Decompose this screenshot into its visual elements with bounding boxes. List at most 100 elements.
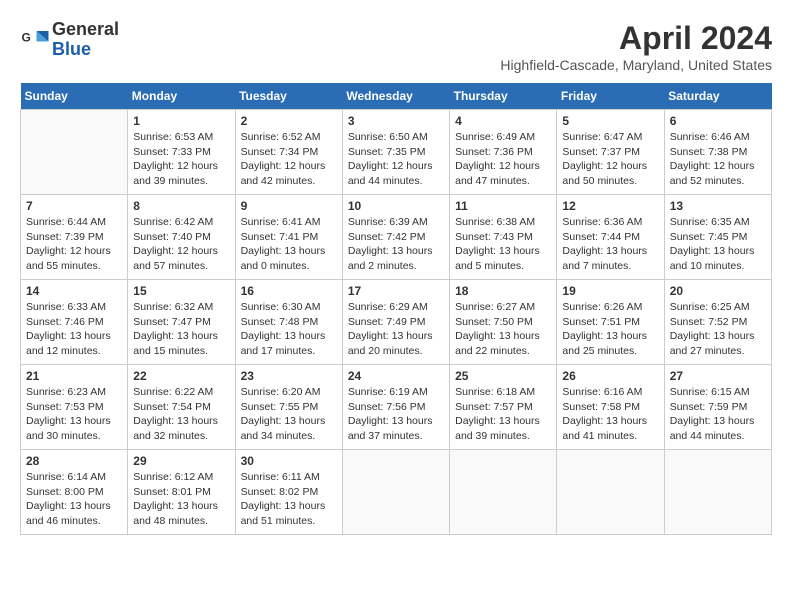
calendar-cell: 7 Sunrise: 6:44 AMSunset: 7:39 PMDaylight…: [21, 195, 128, 280]
day-number: 23: [241, 369, 337, 383]
day-header-friday: Friday: [557, 83, 664, 110]
day-number: 7: [26, 199, 122, 213]
day-info: Sunrise: 6:33 AMSunset: 7:46 PMDaylight:…: [26, 300, 122, 359]
day-info: Sunrise: 6:46 AMSunset: 7:38 PMDaylight:…: [670, 130, 766, 189]
calendar-cell: 26Sunrise: 6:16 AMSunset: 7:58 PMDayligh…: [557, 365, 664, 450]
calendar-week-row: 21Sunrise: 6:23 AMSunset: 7:53 PMDayligh…: [21, 365, 772, 450]
day-info: Sunrise: 6:27 AMSunset: 7:50 PMDaylight:…: [455, 300, 551, 359]
day-info: Sunrise: 6:41 AMSunset: 7:41 PMDaylight:…: [241, 215, 337, 274]
calendar-cell: 10 Sunrise: 6:39 AMSunset: 7:42 PMDayligh…: [342, 195, 449, 280]
logo: G General Blue: [20, 20, 119, 60]
calendar-header-row: SundayMondayTuesdayWednesdayThursdayFrid…: [21, 83, 772, 110]
calendar-cell: [557, 450, 664, 535]
day-info: Sunrise: 6:19 AMSunset: 7:56 PMDaylight:…: [348, 385, 444, 444]
calendar-cell: 21Sunrise: 6:23 AMSunset: 7:53 PMDayligh…: [21, 365, 128, 450]
day-info: Sunrise: 6:20 AMSunset: 7:55 PMDaylight:…: [241, 385, 337, 444]
calendar-cell: 17 Sunrise: 6:29 AMSunset: 7:49 PMDayligh…: [342, 280, 449, 365]
day-number: 6: [670, 114, 766, 128]
calendar-cell: 14 Sunrise: 6:33 AMSunset: 7:46 PMDayligh…: [21, 280, 128, 365]
title-section: April 2024 Highfield-Cascade, Maryland, …: [500, 20, 772, 73]
day-info: Sunrise: 6:42 AMSunset: 7:40 PMDaylight:…: [133, 215, 229, 274]
day-header-saturday: Saturday: [664, 83, 771, 110]
day-info: Sunrise: 6:29 AMSunset: 7:49 PMDaylight:…: [348, 300, 444, 359]
day-info: Sunrise: 6:14 AMSunset: 8:00 PMDaylight:…: [26, 470, 122, 529]
day-number: 1: [133, 114, 229, 128]
calendar-cell: 12 Sunrise: 6:36 AMSunset: 7:44 PMDayligh…: [557, 195, 664, 280]
calendar-cell: 11 Sunrise: 6:38 AMSunset: 7:43 PMDayligh…: [450, 195, 557, 280]
day-number: 17: [348, 284, 444, 298]
calendar-cell: 28Sunrise: 6:14 AMSunset: 8:00 PMDayligh…: [21, 450, 128, 535]
calendar-week-row: 28Sunrise: 6:14 AMSunset: 8:00 PMDayligh…: [21, 450, 772, 535]
day-number: 14: [26, 284, 122, 298]
calendar-cell: 24 Sunrise: 6:19 AMSunset: 7:56 PMDayligh…: [342, 365, 449, 450]
calendar-cell: 6 Sunrise: 6:46 AMSunset: 7:38 PMDaylight…: [664, 110, 771, 195]
day-number: 30: [241, 454, 337, 468]
day-info: Sunrise: 6:47 AMSunset: 7:37 PMDaylight:…: [562, 130, 658, 189]
day-number: 27: [670, 369, 766, 383]
calendar-cell: 20Sunrise: 6:25 AMSunset: 7:52 PMDayligh…: [664, 280, 771, 365]
calendar-cell: 9 Sunrise: 6:41 AMSunset: 7:41 PMDaylight…: [235, 195, 342, 280]
day-info: Sunrise: 6:36 AMSunset: 7:44 PMDaylight:…: [562, 215, 658, 274]
day-number: 22: [133, 369, 229, 383]
day-header-sunday: Sunday: [21, 83, 128, 110]
location-title: Highfield-Cascade, Maryland, United Stat…: [500, 57, 772, 73]
day-number: 4: [455, 114, 551, 128]
logo-text: General Blue: [52, 20, 119, 60]
day-number: 3: [348, 114, 444, 128]
day-info: Sunrise: 6:15 AMSunset: 7:59 PMDaylight:…: [670, 385, 766, 444]
day-number: 2: [241, 114, 337, 128]
day-header-monday: Monday: [128, 83, 235, 110]
calendar-table: SundayMondayTuesdayWednesdayThursdayFrid…: [20, 83, 772, 535]
calendar-cell: [664, 450, 771, 535]
day-info: Sunrise: 6:12 AMSunset: 8:01 PMDaylight:…: [133, 470, 229, 529]
day-header-thursday: Thursday: [450, 83, 557, 110]
day-info: Sunrise: 6:38 AMSunset: 7:43 PMDaylight:…: [455, 215, 551, 274]
day-info: Sunrise: 6:50 AMSunset: 7:35 PMDaylight:…: [348, 130, 444, 189]
calendar-cell: [450, 450, 557, 535]
day-number: 25: [455, 369, 551, 383]
calendar-week-row: 7 Sunrise: 6:44 AMSunset: 7:39 PMDaylight…: [21, 195, 772, 280]
day-number: 11: [455, 199, 551, 213]
calendar-cell: 19Sunrise: 6:26 AMSunset: 7:51 PMDayligh…: [557, 280, 664, 365]
logo-general: General: [52, 20, 119, 40]
calendar-cell: 30 Sunrise: 6:11 AMSunset: 8:02 PMDayligh…: [235, 450, 342, 535]
day-header-wednesday: Wednesday: [342, 83, 449, 110]
day-info: Sunrise: 6:18 AMSunset: 7:57 PMDaylight:…: [455, 385, 551, 444]
day-number: 8: [133, 199, 229, 213]
logo-blue: Blue: [52, 40, 119, 60]
day-info: Sunrise: 6:44 AMSunset: 7:39 PMDaylight:…: [26, 215, 122, 274]
day-number: 13: [670, 199, 766, 213]
day-number: 15: [133, 284, 229, 298]
day-number: 24: [348, 369, 444, 383]
day-info: Sunrise: 6:23 AMSunset: 7:53 PMDaylight:…: [26, 385, 122, 444]
calendar-cell: 5 Sunrise: 6:47 AMSunset: 7:37 PMDaylight…: [557, 110, 664, 195]
calendar-cell: 29Sunrise: 6:12 AMSunset: 8:01 PMDayligh…: [128, 450, 235, 535]
calendar-cell: [21, 110, 128, 195]
day-number: 10: [348, 199, 444, 213]
calendar-week-row: 1Sunrise: 6:53 AMSunset: 7:33 PMDaylight…: [21, 110, 772, 195]
day-number: 18: [455, 284, 551, 298]
day-info: Sunrise: 6:16 AMSunset: 7:58 PMDaylight:…: [562, 385, 658, 444]
calendar-cell: 18 Sunrise: 6:27 AMSunset: 7:50 PMDayligh…: [450, 280, 557, 365]
day-info: Sunrise: 6:11 AMSunset: 8:02 PMDaylight:…: [241, 470, 337, 529]
day-info: Sunrise: 6:26 AMSunset: 7:51 PMDaylight:…: [562, 300, 658, 359]
month-title: April 2024: [500, 20, 772, 57]
day-info: Sunrise: 6:35 AMSunset: 7:45 PMDaylight:…: [670, 215, 766, 274]
calendar-cell: 25 Sunrise: 6:18 AMSunset: 7:57 PMDayligh…: [450, 365, 557, 450]
calendar-cell: [342, 450, 449, 535]
calendar-cell: 8 Sunrise: 6:42 AMSunset: 7:40 PMDaylight…: [128, 195, 235, 280]
day-info: Sunrise: 6:30 AMSunset: 7:48 PMDaylight:…: [241, 300, 337, 359]
calendar-cell: 15 Sunrise: 6:32 AMSunset: 7:47 PMDayligh…: [128, 280, 235, 365]
day-number: 9: [241, 199, 337, 213]
day-number: 16: [241, 284, 337, 298]
logo-icon: G: [20, 25, 50, 55]
day-info: Sunrise: 6:32 AMSunset: 7:47 PMDaylight:…: [133, 300, 229, 359]
day-header-tuesday: Tuesday: [235, 83, 342, 110]
calendar-cell: 13 Sunrise: 6:35 AMSunset: 7:45 PMDayligh…: [664, 195, 771, 280]
calendar-cell: 2Sunrise: 6:52 AMSunset: 7:34 PMDaylight…: [235, 110, 342, 195]
day-info: Sunrise: 6:39 AMSunset: 7:42 PMDaylight:…: [348, 215, 444, 274]
day-number: 12: [562, 199, 658, 213]
svg-text:G: G: [22, 30, 31, 44]
day-info: Sunrise: 6:49 AMSunset: 7:36 PMDaylight:…: [455, 130, 551, 189]
day-number: 5: [562, 114, 658, 128]
